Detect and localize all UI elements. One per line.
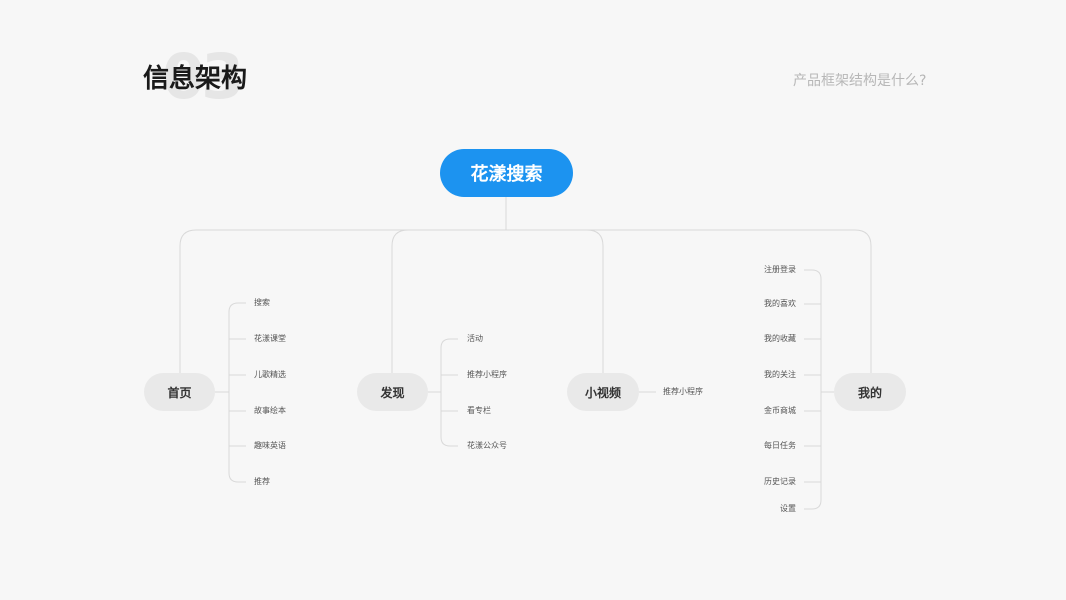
home-item: 趣味英语 — [254, 441, 286, 450]
mine-item: 历史记录 — [764, 477, 796, 486]
discover-item: 花漾公众号 — [467, 441, 507, 450]
discover-item: 推荐小程序 — [467, 370, 507, 379]
home-item: 推荐 — [254, 477, 270, 486]
mine-item: 注册登录 — [764, 265, 796, 274]
discover-item: 看专栏 — [467, 406, 491, 415]
home-item: 儿歌精选 — [254, 370, 286, 379]
node-video: 小视频 — [567, 373, 639, 411]
home-item: 搜索 — [254, 298, 270, 307]
connector-lines — [179, 197, 872, 510]
root-node: 花漾搜索 — [440, 149, 573, 197]
mine-item: 每日任务 — [764, 441, 796, 450]
mine-item: 我的喜欢 — [764, 299, 796, 308]
mine-item: 金币商城 — [764, 406, 796, 415]
discover-item: 活动 — [467, 334, 483, 343]
node-discover: 发现 — [357, 373, 428, 411]
node-home: 首页 — [144, 373, 215, 411]
mine-item: 设置 — [780, 504, 796, 513]
home-item: 故事绘本 — [254, 406, 286, 415]
mine-item: 我的收藏 — [764, 334, 796, 343]
video-item: 推荐小程序 — [663, 387, 703, 396]
home-item: 花漾课堂 — [254, 334, 286, 343]
node-mine: 我的 — [834, 373, 906, 411]
mine-item: 我的关注 — [764, 370, 796, 379]
